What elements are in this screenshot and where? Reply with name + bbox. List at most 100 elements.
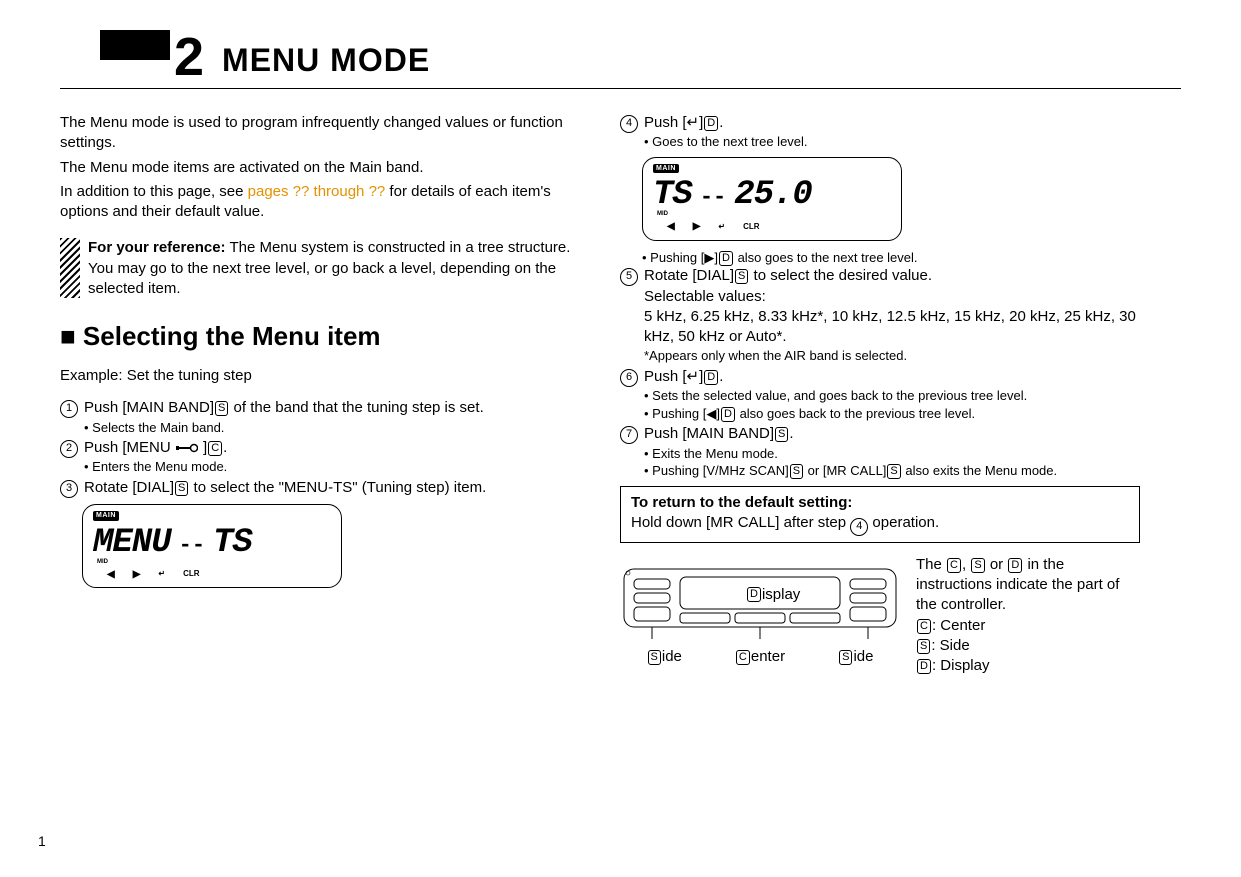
enter-arrow-icon: ↵	[158, 569, 165, 580]
hatch-pattern-icon	[60, 238, 80, 298]
legend-c-label: : Center	[932, 617, 985, 634]
legend-a: The	[916, 556, 946, 573]
default-box-body-a: Hold down [MR CALL] after step	[631, 514, 850, 531]
step-5-text-b: to select the desired value.	[749, 267, 932, 284]
boxed-c-icon: C	[947, 558, 961, 573]
legend-or: or	[986, 556, 1008, 573]
step-4-text-c: .	[719, 114, 723, 131]
boxed-s-icon: S	[790, 464, 803, 479]
step-7-sub2-a: • Pushing [V/MHz SCAN]	[644, 463, 789, 478]
step-2-text-a: Push [MENU	[84, 439, 175, 456]
side-label-left: Side	[647, 647, 682, 667]
triangle-right-icon: ▶	[133, 568, 141, 582]
legend-d-label: : Display	[932, 657, 990, 674]
center-word: enter	[751, 648, 785, 665]
triangle-right-icon: ▶	[704, 250, 714, 265]
triangle-left-icon: ◀	[107, 568, 115, 582]
display-label: Display	[746, 585, 800, 605]
header-tab-black	[100, 30, 170, 60]
side-label-right: Side	[838, 647, 873, 667]
left-column: The Menu mode is used to program infrequ…	[60, 113, 580, 676]
lcd1-clr: CLR	[183, 569, 199, 580]
boxed-s-icon: S	[775, 427, 788, 442]
intro-link: pages ?? through ??	[248, 183, 386, 200]
step-7-sub2: • Pushing [V/MHz SCAN]S or [MR CALL]S al…	[644, 462, 1140, 480]
step-6-number-icon: 6	[620, 369, 638, 387]
step-3-number-icon: 3	[60, 480, 78, 498]
lcd2-clr: CLR	[743, 222, 759, 233]
step-4-number-icon: 4	[850, 518, 868, 536]
step-4-after-a: • Pushing [	[642, 250, 704, 265]
step-6-sub2: • Pushing [◀]D also goes back to the pre…	[644, 405, 1140, 423]
step-5-number-icon: 5	[620, 268, 638, 286]
step-7-sub2-c: also exits the Menu mode.	[902, 463, 1057, 478]
boxed-s-icon: S	[839, 650, 852, 665]
step-2-text-c: .	[223, 439, 227, 456]
boxed-c-icon: C	[208, 441, 222, 456]
legend-s-label: : Side	[931, 637, 969, 654]
lcd-screen-1: MAIN MENU -- TS MID ◀ ▶ ↵ CLR	[82, 504, 342, 588]
step-5-line3: 5 kHz, 6.25 kHz, 8.33 kHz*, 10 kHz, 12.5…	[644, 307, 1140, 348]
triangle-left-icon: ◀	[706, 406, 716, 421]
default-box-body-b: operation.	[868, 514, 939, 531]
boxed-c-icon: C	[736, 650, 750, 665]
step-1-text-b: of the band that the tuning step is set.	[229, 399, 483, 416]
step-2-number-icon: 2	[60, 440, 78, 458]
triangle-right-icon: ▶	[693, 220, 701, 234]
boxed-d-icon: D	[917, 659, 931, 674]
step-5-text-a: Rotate [DIAL]	[644, 267, 734, 284]
step-5-line4: *Appears only when the AIR band is selec…	[644, 347, 1140, 365]
reference-note: For your reference: The Menu system is c…	[60, 238, 580, 299]
boxed-d-icon: D	[704, 116, 718, 131]
page-header: 2 MENU MODE	[100, 30, 1181, 84]
step-2-sub: • Enters the Menu mode.	[84, 458, 580, 476]
step-7-text-a: Push [MAIN BAND]	[644, 425, 774, 442]
step-4: 4 Push [↵]D. • Goes to the next tree lev…	[620, 113, 1140, 151]
step-6-text-b: ]	[699, 368, 703, 385]
side-word: ide	[853, 648, 873, 665]
step-1: 1 Push [MAIN BAND]S of the band that the…	[60, 398, 580, 436]
intro-line-3: In addition to this page, see pages ?? t…	[60, 182, 580, 223]
step-4-after-c: also goes to the next tree level.	[734, 250, 918, 265]
controller-diagram: Display Side Center Side	[620, 555, 900, 667]
step-7-number-icon: 7	[620, 426, 638, 444]
step-4-after-b: ]	[714, 250, 718, 265]
enter-arrow-icon: ↵	[687, 368, 700, 385]
step-3: 3 Rotate [DIAL]S to select the "MENU-TS"…	[60, 478, 580, 498]
default-box-title: To return to the default setting:	[631, 494, 852, 511]
step-5: 5 Rotate [DIAL]S to select the desired v…	[620, 266, 1140, 365]
boxed-s-icon: S	[175, 481, 188, 496]
boxed-c-icon: C	[917, 619, 931, 634]
display-word: isplay	[762, 585, 800, 605]
boxed-d-icon: D	[1008, 558, 1022, 573]
step-7-sub2-b: or [MR CALL]	[804, 463, 886, 478]
center-label: Center	[735, 647, 785, 667]
boxed-s-icon: S	[917, 639, 930, 654]
section-heading: ■ Selecting the Menu item	[60, 319, 580, 354]
boxed-s-icon: S	[971, 558, 984, 573]
intro-block: The Menu mode is used to program infrequ…	[60, 113, 580, 222]
intro-line-2: The Menu mode items are activated on the…	[60, 158, 580, 178]
step-2-text-b: ]	[203, 439, 207, 456]
lock-key-icon	[176, 443, 198, 453]
step-7-sub1: • Exits the Menu mode.	[644, 445, 1140, 463]
side-word: ide	[662, 648, 682, 665]
boxed-d-icon: D	[719, 251, 733, 266]
step-4-text-b: ]	[699, 114, 703, 131]
step-6-text-a: Push [	[644, 368, 687, 385]
legend-comma: ,	[962, 556, 970, 573]
step-6-text-c: .	[719, 368, 723, 385]
step-4-text-a: Push [	[644, 114, 687, 131]
default-setting-box: To return to the default setting: Hold d…	[620, 486, 1140, 543]
chapter-number: 2	[174, 30, 204, 84]
lcd-screen-2: MAIN TS -- 25.0 MID ◀ ▶ ↵ CLR	[642, 157, 902, 241]
boxed-s-icon: S	[735, 269, 748, 284]
step-6-sub2-c: also goes back to the previous tree leve…	[736, 406, 975, 421]
step-7: 7 Push [MAIN BAND]S. • Exits the Menu mo…	[620, 424, 1140, 479]
lcd2-sep: --	[700, 183, 726, 213]
boxed-s-icon: S	[215, 401, 228, 416]
intro-line-3a: In addition to this page, see	[60, 183, 248, 200]
lcd2-main-badge: MAIN	[653, 164, 679, 173]
step-6-sub2-b: ]	[716, 406, 720, 421]
lcd2-right-text: 25.0	[734, 173, 812, 219]
